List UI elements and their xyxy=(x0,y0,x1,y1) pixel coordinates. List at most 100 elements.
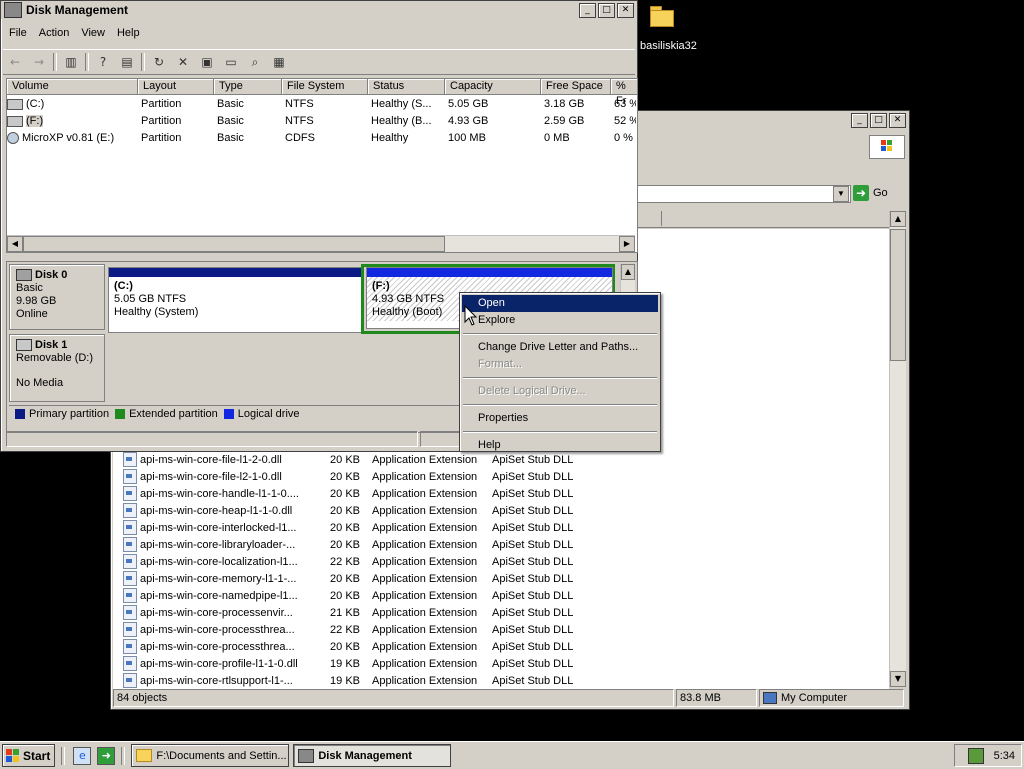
browser-quicklaunch-icon[interactable]: e xyxy=(73,746,92,765)
file-size: 20 KB xyxy=(330,538,360,551)
go-quicklaunch-icon[interactable]: ➜ xyxy=(97,746,116,765)
close-button[interactable]: ✕ xyxy=(889,112,906,128)
scroll-thumb[interactable] xyxy=(23,236,445,252)
column-percent-free[interactable]: % Fr xyxy=(611,79,638,107)
file-name: api-ms-win-core-localization-l1... xyxy=(140,555,298,568)
column-free-space[interactable]: Free Space xyxy=(541,79,611,95)
partition-c[interactable]: (C:) 5.05 GB NTFS Healthy (System) xyxy=(108,267,362,333)
file-name: api-ms-win-core-rtlsupport-l1-... xyxy=(140,674,293,687)
forward-icon[interactable]: → xyxy=(31,54,47,70)
scroll-left-button[interactable]: ◀ xyxy=(7,236,23,252)
column-type[interactable]: Type xyxy=(214,79,282,95)
scroll-right-button[interactable]: ▶ xyxy=(619,236,635,252)
vertical-scrollbar[interactable]: ▲ ▼ xyxy=(889,211,906,687)
scroll-up-button[interactable]: ▲ xyxy=(621,264,635,280)
maximize-button[interactable]: □ xyxy=(870,112,887,128)
file-name: api-ms-win-core-interlocked-l1... xyxy=(140,521,297,534)
refresh-icon[interactable]: ↻ xyxy=(151,54,167,70)
file-row[interactable]: api-ms-win-core-handle-l1-1-0.... 20 KB Ap… xyxy=(113,485,889,502)
file-row[interactable]: api-ms-win-core-processenvir... 21 KB Appl… xyxy=(113,604,889,621)
file-desc: ApiSet Stub DLL xyxy=(492,470,574,483)
menu-view[interactable]: View xyxy=(75,25,111,45)
volume-type: Basic xyxy=(217,98,244,110)
file-row[interactable]: api-ms-win-core-localization-l1... 22 KB A… xyxy=(113,553,889,570)
menu-action[interactable]: Action xyxy=(33,25,76,45)
column-status[interactable]: Status xyxy=(368,79,445,95)
disk-1-header[interactable]: Disk 1 Removable (D:) No Media xyxy=(9,334,105,402)
file-size: 20 KB xyxy=(330,487,360,500)
close-button[interactable]: ✕ xyxy=(617,2,634,18)
menu-item-open[interactable]: Open xyxy=(462,295,658,312)
menu-item-change-drive-letter[interactable]: Change Drive Letter and Paths... xyxy=(462,339,658,356)
menu-item-help[interactable]: Help xyxy=(462,437,658,454)
menu-item-properties[interactable]: Properties xyxy=(462,410,658,427)
taskbar: Start e ➜ F:\Documents and Settin... Dis… xyxy=(0,741,1024,769)
menu-item-explore[interactable]: Explore xyxy=(462,312,658,329)
volume-row[interactable]: (F:) Partition Basic NTFS Healthy (B... 4.93 … xyxy=(7,113,637,130)
file-type: Application Extension xyxy=(372,521,478,534)
dll-file-icon xyxy=(123,537,137,552)
show-hide-console-tree-icon[interactable]: ▥ xyxy=(63,54,79,70)
desktop-folder-icon[interactable]: basiliskia32 xyxy=(640,4,700,54)
back-icon[interactable]: ← xyxy=(7,54,23,70)
file-row[interactable]: api-ms-win-core-processthrea... 22 KB Appl… xyxy=(113,621,889,638)
file-row[interactable]: api-ms-win-core-libraryloader-... 20 KB Ap… xyxy=(113,536,889,553)
address-dropdown-button[interactable]: ▼ xyxy=(833,186,849,202)
go-button[interactable]: ➜ Go xyxy=(853,184,899,202)
column-file-system[interactable]: File System xyxy=(282,79,368,95)
file-size: 20 KB xyxy=(330,589,360,602)
column-capacity[interactable]: Capacity xyxy=(445,79,541,95)
status-location-label: My Computer xyxy=(781,692,848,704)
file-name: api-ms-win-core-processenvir... xyxy=(140,606,293,619)
file-row[interactable]: api-ms-win-core-heap-l1-1-0.dll 20 KB Appl… xyxy=(113,502,889,519)
minimize-button[interactable]: _ xyxy=(579,2,596,18)
properties-icon[interactable]: ▣ xyxy=(199,54,215,70)
column-volume[interactable]: Volume xyxy=(7,79,138,95)
taskbar-button-disk-management[interactable]: Disk Management xyxy=(293,744,452,767)
disk-0-state: Online xyxy=(16,308,48,320)
file-list-header xyxy=(637,211,891,228)
file-row[interactable]: api-ms-win-core-processthrea... 20 KB Appl… xyxy=(113,638,889,655)
taskbar-button-explorer[interactable]: F:\Documents and Settin... xyxy=(131,744,290,767)
volume-row[interactable]: (C:) Partition Basic NTFS Healthy (S... 5.05 … xyxy=(7,96,637,113)
file-type: Application Extension xyxy=(372,657,478,670)
scroll-thumb[interactable] xyxy=(890,229,906,361)
delete-icon[interactable]: ✕ xyxy=(175,54,191,70)
file-row[interactable]: api-ms-win-core-profile-l1-1-0.dll 19 KB A… xyxy=(113,655,889,672)
file-row[interactable]: api-ms-win-core-interlocked-l1... 20 KB Ap… xyxy=(113,519,889,536)
context-menu: Open Explore Change Drive Letter and Pat… xyxy=(459,292,661,452)
legend-swatch-primary xyxy=(15,409,25,419)
file-row[interactable]: api-ms-win-core-namedpipe-l1... 20 KB Appl… xyxy=(113,587,889,604)
disk-1-state: No Media xyxy=(16,377,64,389)
file-row[interactable]: api-ms-win-core-file-l2-1-0.dll 20 KB Appl… xyxy=(113,468,889,485)
maximize-button[interactable]: □ xyxy=(598,2,615,18)
clock[interactable]: 5:34 xyxy=(994,750,1015,762)
safely-remove-hardware-icon[interactable] xyxy=(967,747,984,764)
disk-0-header[interactable]: Disk 0 Basic 9.98 GB Online xyxy=(9,264,105,330)
horizontal-scrollbar[interactable]: ◀ ▶ xyxy=(7,235,635,252)
scroll-down-button[interactable]: ▼ xyxy=(890,671,906,687)
menu-help[interactable]: Help xyxy=(111,25,146,45)
file-row[interactable]: api-ms-win-core-memory-l1-1-... 20 KB Appl… xyxy=(113,570,889,587)
menu-file[interactable]: File xyxy=(3,25,33,45)
status-location: My Computer xyxy=(759,689,904,707)
go-arrow-icon: ➜ xyxy=(853,185,869,201)
disk-0-kind: Basic xyxy=(16,282,43,294)
file-row[interactable]: api-ms-win-core-rtlsupport-l1-... 19 KB Ap… xyxy=(113,672,889,689)
rescan-icon[interactable]: ▦ xyxy=(271,54,287,70)
help-icon[interactable]: ? xyxy=(95,54,111,70)
scroll-up-button[interactable]: ▲ xyxy=(890,211,906,227)
file-name: api-ms-win-core-namedpipe-l1... xyxy=(140,589,298,602)
volume-list-header: Volume Layout Type File System Status Ca… xyxy=(7,79,638,107)
show-hide-action-pane-icon[interactable]: ▤ xyxy=(119,54,135,70)
column-header[interactable] xyxy=(637,211,662,226)
minimize-button[interactable]: _ xyxy=(851,112,868,128)
volume-row[interactable]: MicroXP v0.81 (E:) Partition Basic CDFS Heal… xyxy=(7,130,637,147)
file-size: 20 KB xyxy=(330,640,360,653)
start-button[interactable]: Start xyxy=(2,744,56,767)
open-icon[interactable]: ▭ xyxy=(223,54,239,70)
search-icon[interactable]: ⌕ xyxy=(247,54,263,70)
address-input[interactable] xyxy=(637,185,851,203)
disk-0-name: Disk 0 xyxy=(35,269,68,281)
column-layout[interactable]: Layout xyxy=(138,79,214,95)
